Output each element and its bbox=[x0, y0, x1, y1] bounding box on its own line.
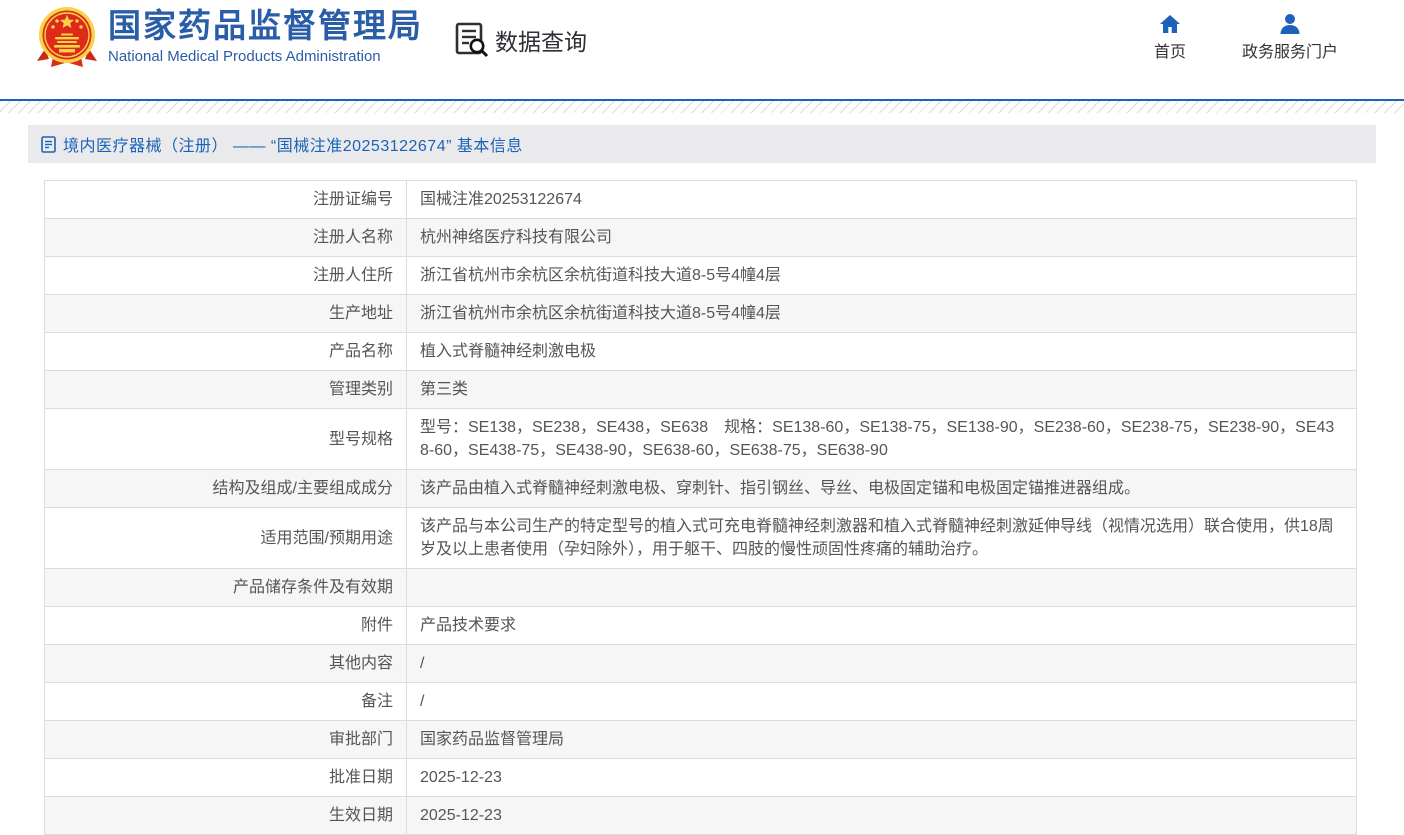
row-value: 2025-12-23 bbox=[407, 797, 1357, 835]
page-title: 境内医疗器械（注册） —— “国械注准20253122674” 基本信息 bbox=[63, 132, 523, 156]
page-title-bar: 境内医疗器械（注册） —— “国械注准20253122674” 基本信息 bbox=[28, 125, 1376, 163]
table-row: 注册证编号 国械注准20253122674 bbox=[45, 181, 1357, 219]
table-row: 产品名称 植入式脊髓神经刺激电极 bbox=[45, 333, 1357, 371]
row-label: 结构及组成/主要组成成分 bbox=[45, 470, 407, 508]
hatch-divider bbox=[0, 101, 1404, 113]
table-row: 审批部门 国家药品监督管理局 bbox=[45, 721, 1357, 759]
table-row: 其他内容 / bbox=[45, 645, 1357, 683]
site-header: 国家药品监督管理局 National Medical Products Admi… bbox=[0, 0, 1404, 101]
table-row: 管理类别 第三类 bbox=[45, 371, 1357, 409]
table-row: 型号规格 型号：SE138，SE238，SE438，SE638 规格：SE138… bbox=[45, 409, 1357, 470]
row-value: 型号：SE138，SE238，SE438，SE638 规格：SE138-60，S… bbox=[407, 409, 1357, 470]
row-label: 其他内容 bbox=[45, 645, 407, 683]
row-value: 2025-12-23 bbox=[407, 759, 1357, 797]
table-row: 适用范围/预期用途 该产品与本公司生产的特定型号的植入式可充电脊髓神经刺激器和植… bbox=[45, 508, 1357, 569]
table-row: 附件 产品技术要求 bbox=[45, 607, 1357, 645]
data-query-link[interactable]: 数据查询 bbox=[455, 22, 587, 58]
row-label: 型号规格 bbox=[45, 409, 407, 470]
row-value: 该产品与本公司生产的特定型号的植入式可充电脊髓神经刺激器和植入式脊髓神经刺激延伸… bbox=[407, 508, 1357, 569]
row-label: 产品储存条件及有效期 bbox=[45, 569, 407, 607]
row-value: 浙江省杭州市余杭区余杭街道科技大道8-5号4幢4层 bbox=[407, 257, 1357, 295]
document-search-icon bbox=[455, 22, 489, 58]
table-row: 注册人住所 浙江省杭州市余杭区余杭街道科技大道8-5号4幢4层 bbox=[45, 257, 1357, 295]
row-value: 浙江省杭州市余杭区余杭街道科技大道8-5号4幢4层 bbox=[407, 295, 1357, 333]
site-logo[interactable]: 国家药品监督管理局 National Medical Products Admi… bbox=[35, 5, 423, 69]
nav-item-label: 首页 bbox=[1154, 44, 1186, 62]
table-row: 批准日期 2025-12-23 bbox=[45, 759, 1357, 797]
info-table-body: 注册证编号 国械注准20253122674 注册人名称 杭州神络医疗科技有限公司… bbox=[45, 181, 1357, 835]
row-value: 该产品由植入式脊髓神经刺激电极、穿刺针、指引钢丝、导丝、电极固定锚和电极固定锚推… bbox=[407, 470, 1357, 508]
nav-item-home[interactable]: 首页 bbox=[1146, 12, 1194, 62]
national-emblem-icon bbox=[35, 5, 99, 69]
row-label: 产品名称 bbox=[45, 333, 407, 371]
table-row: 产品储存条件及有效期 bbox=[45, 569, 1357, 607]
row-value: 第三类 bbox=[407, 371, 1357, 409]
row-label: 附件 bbox=[45, 607, 407, 645]
row-value: 产品技术要求 bbox=[407, 607, 1357, 645]
user-icon bbox=[1278, 12, 1302, 36]
row-label: 备注 bbox=[45, 683, 407, 721]
row-value: / bbox=[407, 683, 1357, 721]
row-label: 注册人名称 bbox=[45, 219, 407, 257]
row-label: 生产地址 bbox=[45, 295, 407, 333]
table-row: 结构及组成/主要组成成分 该产品由植入式脊髓神经刺激电极、穿刺针、指引钢丝、导丝… bbox=[45, 470, 1357, 508]
row-label: 审批部门 bbox=[45, 721, 407, 759]
row-value bbox=[407, 569, 1357, 607]
row-value: / bbox=[407, 645, 1357, 683]
table-row: 生产地址 浙江省杭州市余杭区余杭街道科技大道8-5号4幢4层 bbox=[45, 295, 1357, 333]
nav-item-label: 政务服务门户 bbox=[1242, 44, 1338, 62]
row-label: 适用范围/预期用途 bbox=[45, 508, 407, 569]
table-row: 备注 / bbox=[45, 683, 1357, 721]
brand-name-en: National Medical Products Administration bbox=[108, 47, 423, 67]
registration-info-table: 注册证编号 国械注准20253122674 注册人名称 杭州神络医疗科技有限公司… bbox=[44, 180, 1357, 835]
row-value: 杭州神络医疗科技有限公司 bbox=[407, 219, 1357, 257]
document-icon bbox=[41, 136, 56, 153]
row-value: 植入式脊髓神经刺激电极 bbox=[407, 333, 1357, 371]
row-label: 批准日期 bbox=[45, 759, 407, 797]
row-label: 生效日期 bbox=[45, 797, 407, 835]
table-row: 生效日期 2025-12-23 bbox=[45, 797, 1357, 835]
row-label: 注册人住所 bbox=[45, 257, 407, 295]
row-value: 国械注准20253122674 bbox=[407, 181, 1357, 219]
row-value: 国家药品监督管理局 bbox=[407, 721, 1357, 759]
brand-name-cn: 国家药品监督管理局 bbox=[108, 7, 423, 45]
row-label: 管理类别 bbox=[45, 371, 407, 409]
data-query-label: 数据查询 bbox=[495, 23, 587, 57]
home-icon bbox=[1158, 12, 1182, 36]
brand-text: 国家药品监督管理局 National Medical Products Admi… bbox=[108, 7, 423, 67]
nav-item-portal[interactable]: 政务服务门户 bbox=[1242, 12, 1338, 62]
top-navigation: 首页 政务服务门户 bbox=[1146, 12, 1338, 62]
row-label: 注册证编号 bbox=[45, 181, 407, 219]
table-row: 注册人名称 杭州神络医疗科技有限公司 bbox=[45, 219, 1357, 257]
